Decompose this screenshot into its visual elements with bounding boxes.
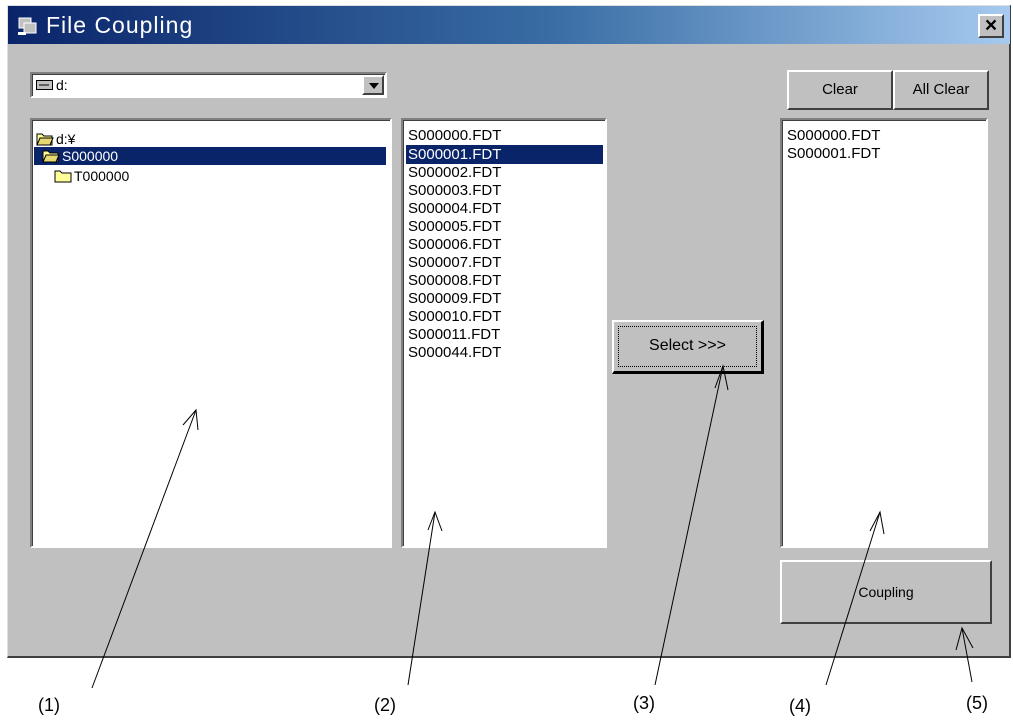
callout-line-2 [407,511,436,686]
callout-arrowhead-3 [714,364,729,391]
callout-label-1: (1) [38,695,60,715]
callout-label-4: (4) [789,696,811,716]
callout-line-4 [825,511,881,686]
callout-label-2: (2) [374,695,396,715]
callout-arrowhead-1 [182,408,199,431]
callout-line-3 [654,365,724,686]
callout-label-3: (3) [633,693,655,713]
callout-lines [91,364,974,689]
callout-line-1 [91,409,197,689]
callout-label-5: (5) [966,693,988,713]
